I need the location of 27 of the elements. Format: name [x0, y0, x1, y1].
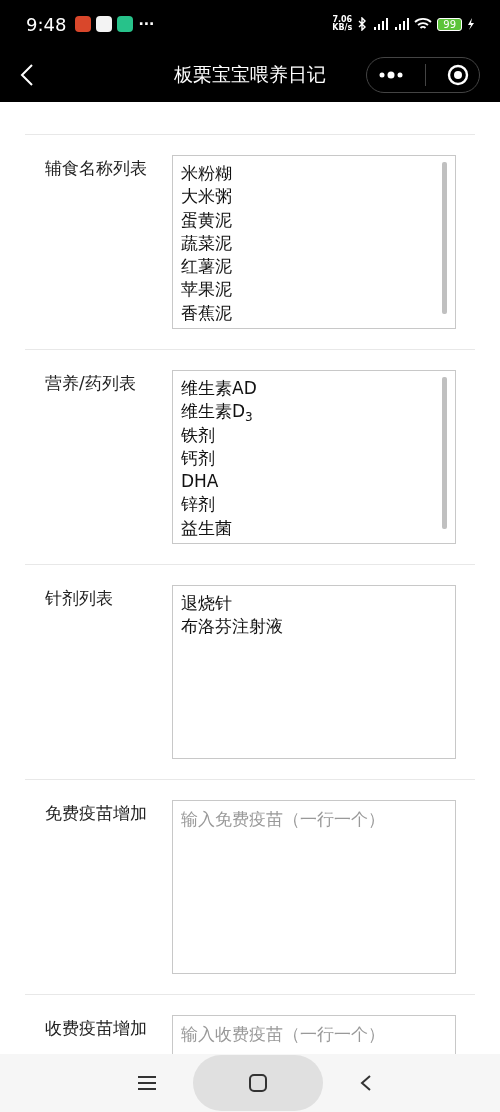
signal-icon: [372, 18, 389, 30]
text-area[interactable]: 退烧针 布洛芬注射液: [172, 585, 456, 759]
field-label: 营养/药列表: [45, 372, 137, 395]
more-icon[interactable]: [377, 71, 404, 79]
battery-icon: 99: [437, 17, 462, 31]
square-icon: [249, 1074, 267, 1092]
field-label: 免费疫苗增加: [45, 802, 148, 825]
more-notifications: ···: [138, 16, 155, 32]
charging-icon: [467, 18, 474, 30]
text-area[interactable]: 米粉糊 大米粥 蛋黄泥 蔬菜泥 红薯泥 苹果泥 香蕉泥: [172, 155, 456, 329]
scrollbar[interactable]: [442, 377, 447, 529]
signal-icon: [393, 18, 410, 30]
scrollbar[interactable]: [442, 162, 447, 314]
bluetooth-icon: [357, 17, 368, 31]
menu-icon[interactable]: [138, 1075, 157, 1091]
back-icon[interactable]: [359, 1074, 372, 1092]
app-icon: [75, 16, 92, 32]
text-area[interactable]: 维生素AD 维生素D$_{3}$ 铁剂 钙剂 DHA 锌剂 益生菌: [172, 370, 456, 544]
field-label: 收费疫苗增加: [45, 1017, 148, 1040]
page-title: 板栗宝宝喂养日记: [173, 62, 327, 87]
status-time: 9:48: [26, 13, 67, 35]
field-label: 针剂列表: [45, 587, 114, 610]
app-icon: [117, 16, 134, 32]
network-speed: 7.06 KB/s: [332, 16, 353, 32]
wifi-icon: [414, 17, 433, 31]
field-label: 辅食名称列表: [45, 157, 148, 180]
close-icon[interactable]: [446, 64, 469, 86]
